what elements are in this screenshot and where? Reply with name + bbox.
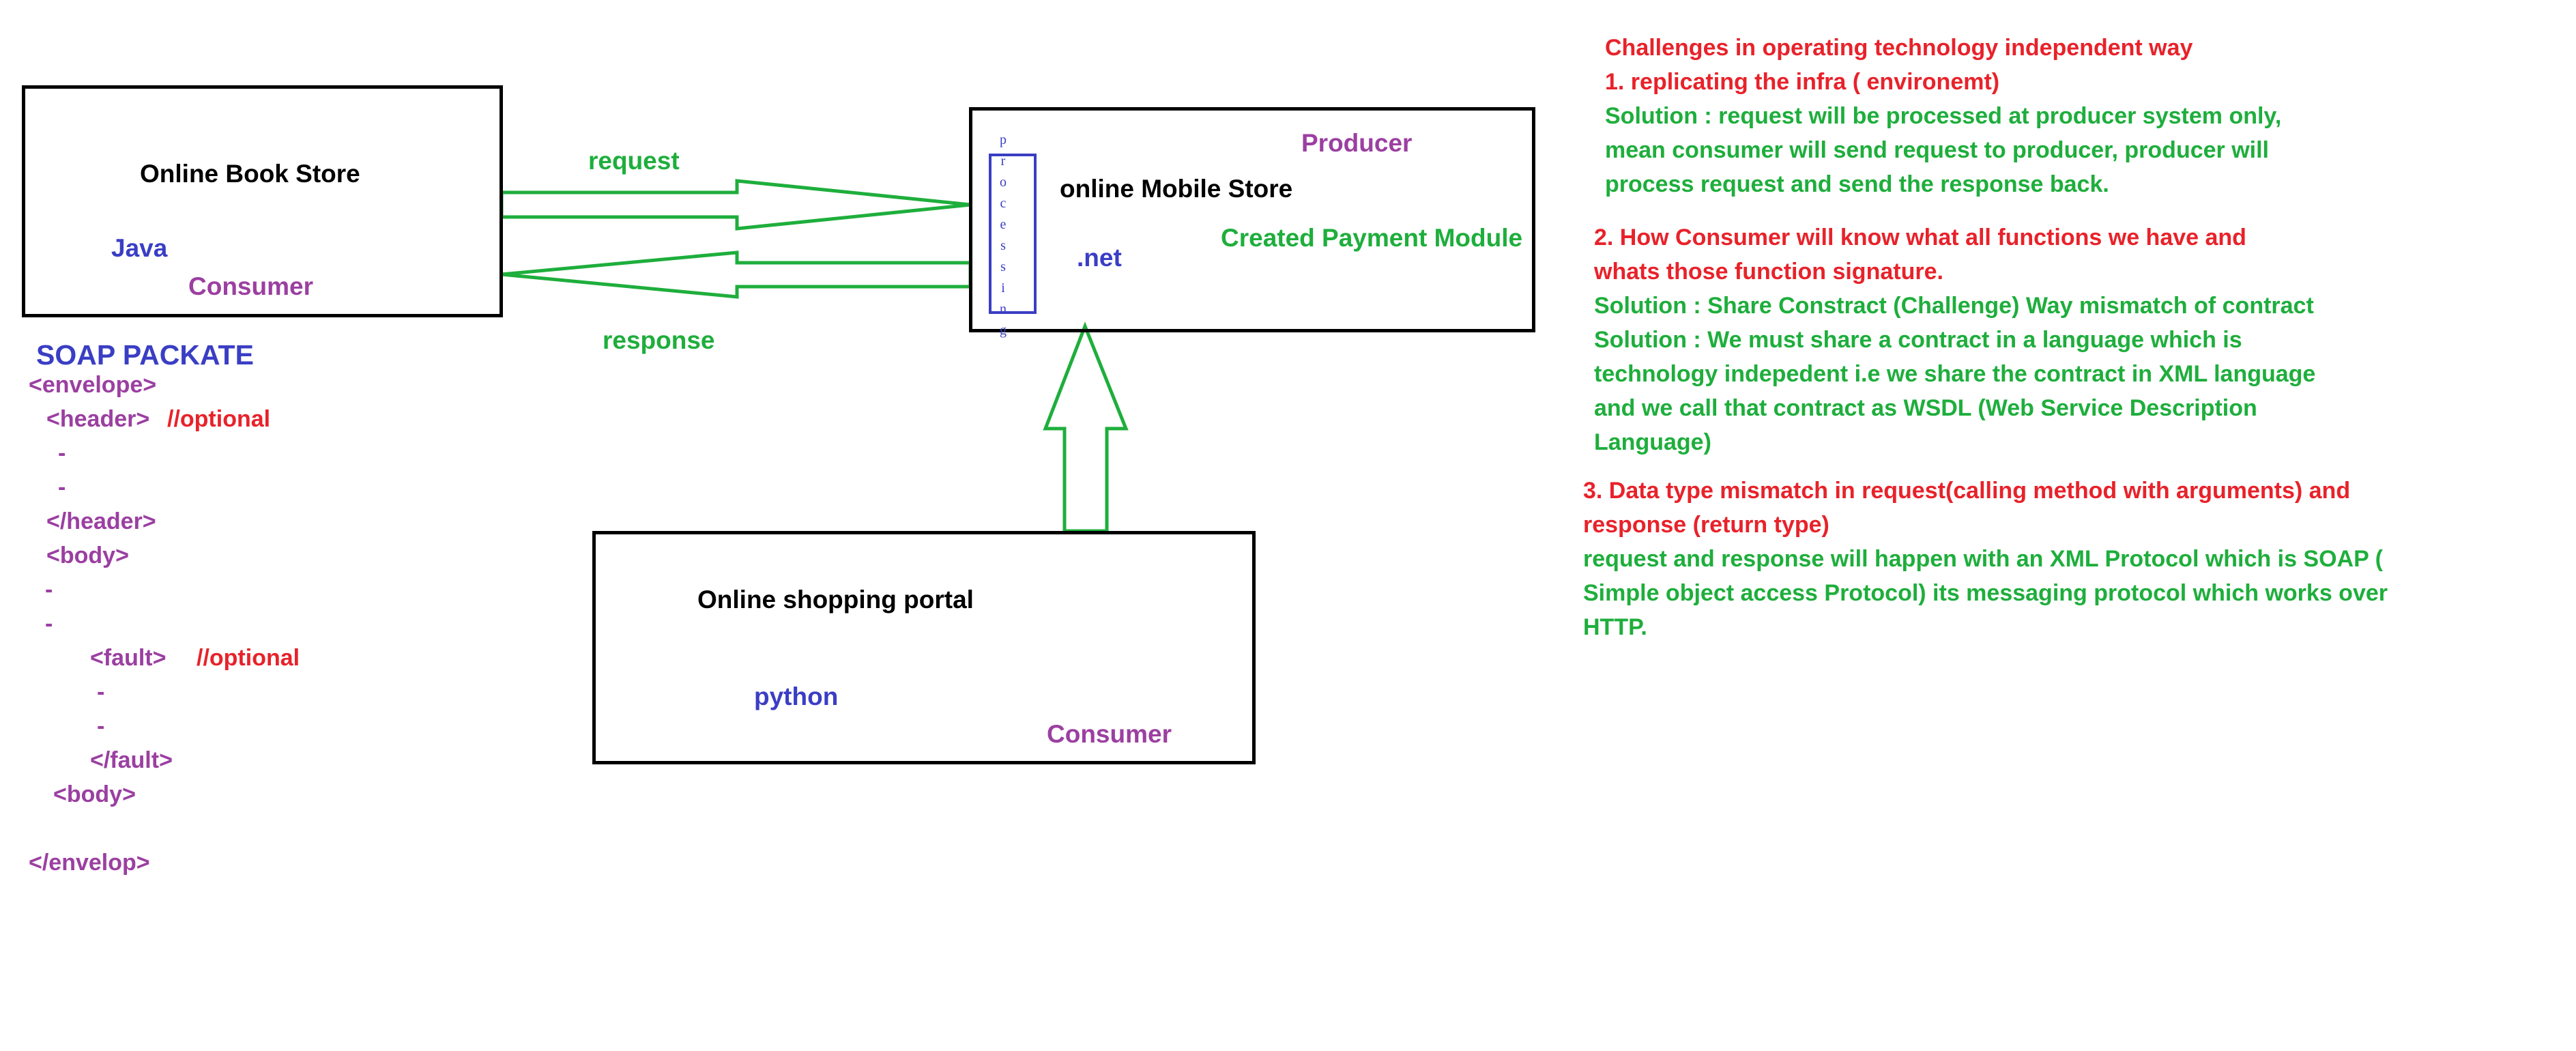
soap-comment: //optional bbox=[197, 645, 300, 671]
soap-comment: //optional bbox=[167, 406, 271, 432]
processing-letter: c bbox=[1000, 196, 1007, 211]
processing-letter: p bbox=[1000, 132, 1007, 147]
mobile-store-tech: .net bbox=[1077, 244, 1122, 272]
challenge-3-title: 3. Data type mismatch in request(calling… bbox=[1583, 474, 2350, 542]
soap-line: <header> bbox=[46, 406, 150, 432]
payment-module-label: Created Payment Module bbox=[1221, 224, 1523, 252]
note-line: Solution : request will be processed at … bbox=[1605, 103, 2282, 129]
soap-line: <body> bbox=[46, 543, 129, 568]
book-store-role: Consumer bbox=[188, 272, 313, 300]
note-line: Solution : Share Constract (Challenge) W… bbox=[1594, 293, 2314, 319]
soap-heading: SOAP PACKATE bbox=[36, 339, 254, 371]
soap-line: <fault> bbox=[90, 645, 167, 671]
processing-letter: n bbox=[1000, 302, 1007, 317]
shopping-portal-role: Consumer bbox=[1047, 720, 1172, 748]
shopping-portal-tech: python bbox=[754, 682, 839, 710]
note-line: and we call that contract as WSDL (Web S… bbox=[1594, 395, 2257, 421]
processing-letter: g bbox=[1000, 323, 1007, 338]
processing-letter: o bbox=[1000, 175, 1007, 190]
challenge-2-title: 2. How Consumer will know what all funct… bbox=[1594, 220, 2246, 289]
shopping-portal-title: Online shopping portal bbox=[697, 586, 974, 614]
soap-line: </header> bbox=[46, 508, 156, 534]
note-line: mean consumer will send request to produ… bbox=[1605, 137, 2270, 163]
note-line: technology indepedent i.e we share the c… bbox=[1594, 361, 2316, 387]
processing-letter: r bbox=[1000, 154, 1006, 169]
processing-letter: e bbox=[1000, 217, 1007, 232]
book-store-title: Online Book Store bbox=[140, 160, 360, 188]
note-line: whats those function signature. bbox=[1594, 259, 1943, 285]
challenges-heading: Challenges in operating technology indep… bbox=[1605, 35, 2193, 61]
note-line: Language) bbox=[1594, 429, 1711, 455]
processing-label: processing bbox=[983, 130, 1024, 341]
mobile-store-box bbox=[969, 107, 1535, 332]
processing-letter: s bbox=[1000, 259, 1006, 274]
note-line: request and response will happen with an… bbox=[1583, 546, 2383, 572]
portal-arrow bbox=[1043, 321, 1129, 533]
note-line: Simple object access Protocol) its messa… bbox=[1583, 580, 2388, 606]
note-line: Solution : We must share a contract in a… bbox=[1594, 327, 2242, 353]
mobile-store-title: online Mobile Store bbox=[1060, 175, 1293, 203]
soap-line: - bbox=[97, 679, 105, 705]
soap-line: </fault> bbox=[90, 747, 173, 773]
processing-letter: s bbox=[1000, 238, 1006, 253]
response-arrow bbox=[501, 250, 972, 299]
soap-line: - bbox=[45, 577, 53, 603]
challenge-1-title: 1. replicating the infra ( environemt) bbox=[1605, 69, 2000, 95]
mobile-store-role: Producer bbox=[1301, 129, 1413, 157]
challenge-2-solution: Solution : Share Constract (Challenge) W… bbox=[1594, 289, 2315, 459]
note-line: HTTP. bbox=[1583, 614, 1647, 640]
request-label: request bbox=[588, 147, 680, 175]
soap-line: <body> bbox=[53, 781, 136, 807]
soap-line: - bbox=[97, 713, 105, 739]
soap-line: - bbox=[58, 440, 66, 466]
soap-line: </envelop> bbox=[29, 850, 150, 876]
challenge-3-solution: request and response will happen with an… bbox=[1583, 542, 2388, 644]
note-line: process request and send the response ba… bbox=[1605, 171, 2109, 197]
request-arrow bbox=[500, 179, 971, 231]
note-line: response (return type) bbox=[1583, 512, 1829, 538]
soap-line: - bbox=[58, 474, 66, 500]
response-label: response bbox=[603, 326, 715, 354]
note-line: 2. How Consumer will know what all funct… bbox=[1594, 225, 2246, 250]
book-store-tech: Java bbox=[111, 234, 168, 262]
challenge-1-solution: Solution : request will be processed at … bbox=[1605, 99, 2281, 201]
diagram-canvas: Online Book Store Java Consumer request … bbox=[0, 0, 2576, 1051]
processing-letter: i bbox=[1001, 280, 1005, 296]
soap-line: - bbox=[45, 611, 53, 637]
soap-line: <envelope> bbox=[29, 372, 157, 398]
note-line: 3. Data type mismatch in request(calling… bbox=[1583, 478, 2351, 504]
